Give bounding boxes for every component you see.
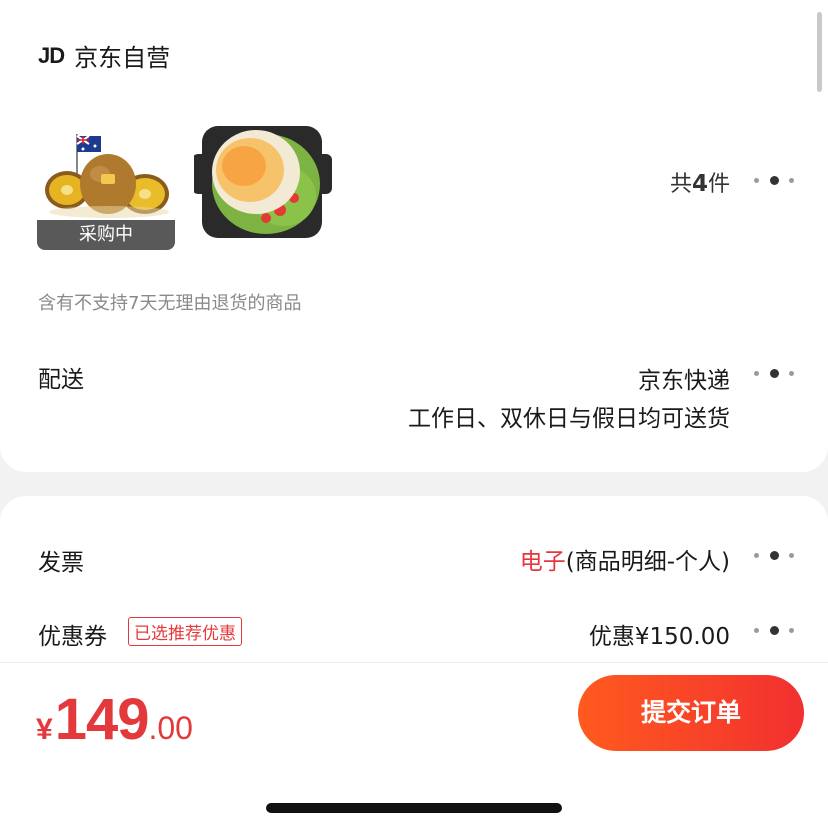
- australia-flag-icon: [76, 135, 101, 152]
- price-integer: 149: [54, 687, 150, 752]
- total-price: ¥ 149 .00: [36, 686, 193, 753]
- store-name: 京东自营: [74, 44, 171, 72]
- invoice-detail: (商品明细-个人): [565, 549, 730, 575]
- scrollbar[interactable]: [817, 12, 822, 92]
- jd-logo: JD: [38, 42, 65, 68]
- home-area: [0, 762, 828, 831]
- store-header[interactable]: JD 京东自营: [38, 38, 170, 73]
- coupon-label: 优惠券: [38, 624, 107, 650]
- home-indicator[interactable]: [266, 803, 562, 813]
- currency-symbol: ¥: [36, 713, 53, 746]
- product-thumbnail-kiwi[interactable]: 采购中: [37, 114, 175, 250]
- return-policy-notice: 含有不支持7天无理由退货的商品: [38, 293, 302, 314]
- submit-order-button[interactable]: 提交订单: [578, 675, 804, 751]
- coupon-recommended-badge: 已选推荐优惠: [128, 617, 242, 646]
- coupon-value[interactable]: 优惠¥150.00: [589, 617, 730, 651]
- item-count: 共4件: [669, 171, 730, 197]
- more-dots-icon[interactable]: [754, 174, 794, 186]
- invoice-label: 发票: [38, 550, 84, 576]
- more-dots-icon[interactable]: [754, 624, 794, 636]
- delivery-label: 配送: [38, 367, 84, 393]
- more-dots-icon[interactable]: [754, 367, 794, 379]
- more-dots-icon[interactable]: [754, 549, 794, 561]
- grill-pan-image: [194, 114, 332, 250]
- delivery-method[interactable]: 京东快递: [638, 361, 730, 395]
- status-tag-purchasing: 采购中: [37, 220, 175, 250]
- invoice-value[interactable]: 电子(商品明细-个人): [520, 542, 730, 576]
- price-decimal: .00: [148, 710, 193, 746]
- product-thumbnail-grill-pan[interactable]: [194, 114, 332, 250]
- delivery-schedule: 工作日、双休日与假日均可送货: [408, 406, 730, 432]
- invoice-type: 电子: [519, 549, 566, 575]
